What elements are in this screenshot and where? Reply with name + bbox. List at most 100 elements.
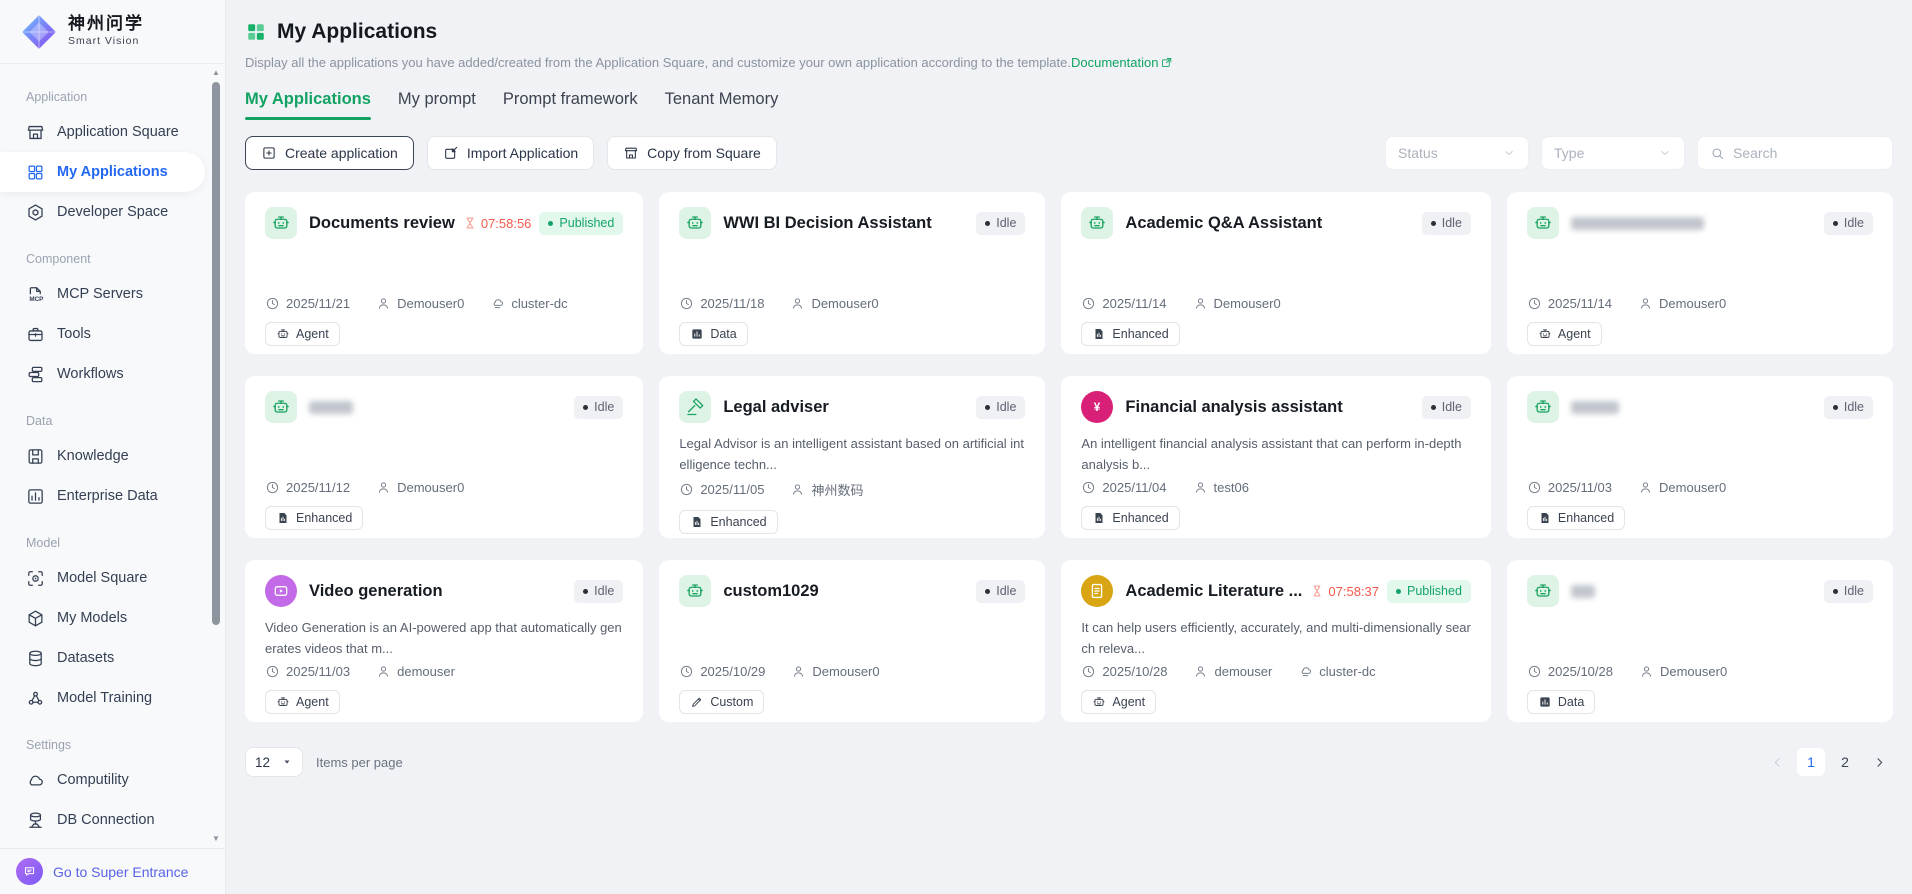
scroll-up-icon[interactable]: ▲: [212, 68, 220, 78]
person-icon: [1193, 480, 1208, 495]
tab-my-applications[interactable]: My Applications: [245, 90, 371, 120]
cluster-icon: [490, 296, 505, 311]
sidebar: 神州问学 Smart Vision ApplicationApplication…: [0, 0, 226, 894]
app-type-tag: Enhanced: [1527, 506, 1625, 530]
sidebar-item-my-applications[interactable]: My Applications: [0, 152, 205, 192]
prev-page-button[interactable]: [1763, 748, 1791, 776]
tag-label: Agent: [1112, 695, 1145, 709]
page-subtitle: Display all the applications you have ad…: [245, 55, 1893, 70]
scroll-down-icon[interactable]: ▼: [212, 834, 220, 844]
app-cluster: cluster-dc: [1298, 664, 1375, 679]
app-date: 2025/10/29: [679, 664, 765, 679]
sidebar-item-developer-space[interactable]: Developer Space: [0, 192, 205, 232]
status-label: Idle: [996, 584, 1016, 598]
agent-tag-icon: [1538, 327, 1552, 341]
app-card-financial-analysis-assistant[interactable]: ¥Financial analysis assistantIdleAn inte…: [1061, 376, 1491, 538]
page-button-1[interactable]: 1: [1797, 748, 1825, 776]
sidebar-item-tools[interactable]: Tools: [0, 314, 205, 354]
sidebar-item-enterprise-data[interactable]: Enterprise Data: [0, 476, 205, 516]
page-button-2[interactable]: 2: [1831, 748, 1859, 776]
pagination: 12: [1763, 748, 1893, 776]
search-box[interactable]: [1697, 136, 1893, 170]
app-card-redacted[interactable]: Idle2025/10/28Demouser0Data: [1507, 560, 1893, 722]
app-card-academic-q-a-assistant[interactable]: Academic Q&A AssistantIdle2025/11/14Demo…: [1061, 192, 1491, 354]
cloud-icon: [26, 771, 45, 790]
copy-from-square-button[interactable]: Copy from Square: [607, 136, 777, 170]
date-value: 2025/11/18: [700, 296, 764, 311]
sidebar-item-label: My Models: [57, 610, 127, 626]
status-dot: [583, 589, 588, 594]
sidebar-item-mcp-servers[interactable]: MCPMCP Servers: [0, 274, 205, 314]
sidebar-item-model-training[interactable]: Model Training: [0, 678, 205, 718]
sidebar-item-label: Enterprise Data: [57, 488, 158, 504]
app-meta: 2025/11/12Demouser0: [265, 480, 623, 495]
next-page-button[interactable]: [1865, 748, 1893, 776]
documentation-link[interactable]: Documentation: [1071, 55, 1173, 70]
sidebar-scrollbar[interactable]: ▲ ▼: [210, 68, 222, 844]
search-input[interactable]: [1733, 145, 1912, 161]
app-icon: ¥: [1081, 391, 1113, 423]
app-name: Financial analysis assistant: [1125, 398, 1342, 417]
app-card-redacted[interactable]: Idle2025/11/12Demouser0Enhanced: [245, 376, 643, 538]
workflow-icon: [26, 365, 45, 384]
import-application-button[interactable]: Import Application: [427, 136, 594, 170]
clock-icon: [679, 664, 694, 679]
create-application-button[interactable]: Create application: [245, 136, 414, 170]
search-icon: [1710, 146, 1725, 161]
app-name-redacted: [1571, 401, 1619, 414]
cluster-icon: [1298, 664, 1313, 679]
sidebar-item-computility[interactable]: Computility: [0, 760, 205, 800]
super-entrance-link[interactable]: Go to Super Entrance: [0, 848, 225, 894]
app-card-wwi-bi-decision-assistant[interactable]: WWI BI Decision AssistantIdle2025/11/18D…: [659, 192, 1045, 354]
app-card-custom1029[interactable]: custom1029Idle2025/10/29Demouser0Custom: [659, 560, 1045, 722]
sidebar-item-datasets[interactable]: Datasets: [0, 638, 205, 678]
app-card-academic-literature[interactable]: Academic Literature ...07:58:37Published…: [1061, 560, 1491, 722]
status-dot: [985, 589, 990, 594]
scrollbar-thumb[interactable]: [212, 82, 220, 625]
sidebar-item-application-square[interactable]: Application Square: [0, 112, 205, 152]
app-owner: test06: [1193, 480, 1249, 495]
expiry-timer: 07:58:56: [463, 216, 532, 231]
app-card-documents-review[interactable]: Documents review07:58:56Published2025/11…: [245, 192, 643, 354]
status-label: Idle: [594, 584, 614, 598]
status-badge: Idle: [1824, 580, 1873, 603]
sidebar-item-model-square[interactable]: Model Square: [0, 558, 205, 598]
app-meta: 2025/10/28demousercluster-dc: [1081, 664, 1471, 679]
app-description: [1527, 433, 1873, 477]
app-type-tag: Enhanced: [679, 510, 777, 534]
subtitle-text: Display all the applications you have ad…: [245, 55, 1071, 70]
copy-square-icon: [623, 145, 639, 161]
sidebar-item-label: Knowledge: [57, 448, 129, 464]
app-card-video-generation[interactable]: Video generationIdleVideo Generation is …: [245, 560, 643, 722]
app-date: 2025/11/12: [265, 480, 350, 495]
sidebar-item-knowledge[interactable]: Knowledge: [0, 436, 205, 476]
tab-my-prompt[interactable]: My prompt: [398, 90, 476, 120]
app-type-tag: Custom: [679, 690, 764, 714]
clock-icon: [1527, 296, 1542, 311]
type-filter-select[interactable]: Type: [1541, 136, 1685, 170]
tab-tenant-memory[interactable]: Tenant Memory: [665, 90, 779, 120]
apps-icon: [245, 21, 267, 43]
tag-label: Enhanced: [1558, 511, 1614, 525]
app-name-redacted: [1571, 585, 1595, 598]
clock-icon: [1081, 296, 1096, 311]
status-filter-select[interactable]: Status: [1385, 136, 1529, 170]
app-card-legal-adviser[interactable]: Legal adviserIdleLegal Advisor is an int…: [659, 376, 1045, 538]
app-card-redacted[interactable]: Idle2025/11/03Demouser0Enhanced: [1507, 376, 1893, 538]
chevron-down-icon: [1658, 146, 1672, 160]
sidebar-item-db-connection[interactable]: DB Connection: [0, 800, 205, 840]
sidebar-item-label: Datasets: [57, 650, 114, 666]
date-value: 2025/10/28: [1102, 664, 1167, 679]
date-value: 2025/11/14: [1102, 296, 1166, 311]
app-icon: [1527, 207, 1559, 239]
svg-text:MCP: MCP: [29, 296, 43, 303]
sidebar-section-label: Settings: [26, 738, 225, 752]
agent-tag-icon: [276, 695, 290, 709]
person-icon: [790, 482, 805, 497]
sidebar-item-workflows[interactable]: Workflows: [0, 354, 205, 394]
sidebar-item-my-models[interactable]: My Models: [0, 598, 205, 638]
app-card-redacted[interactable]: Idle2025/11/14Demouser0Agent: [1507, 192, 1893, 354]
page-size-select[interactable]: 12: [245, 747, 303, 777]
main-content: My Applications Display all the applicat…: [226, 0, 1912, 894]
tab-prompt-framework[interactable]: Prompt framework: [503, 90, 638, 120]
